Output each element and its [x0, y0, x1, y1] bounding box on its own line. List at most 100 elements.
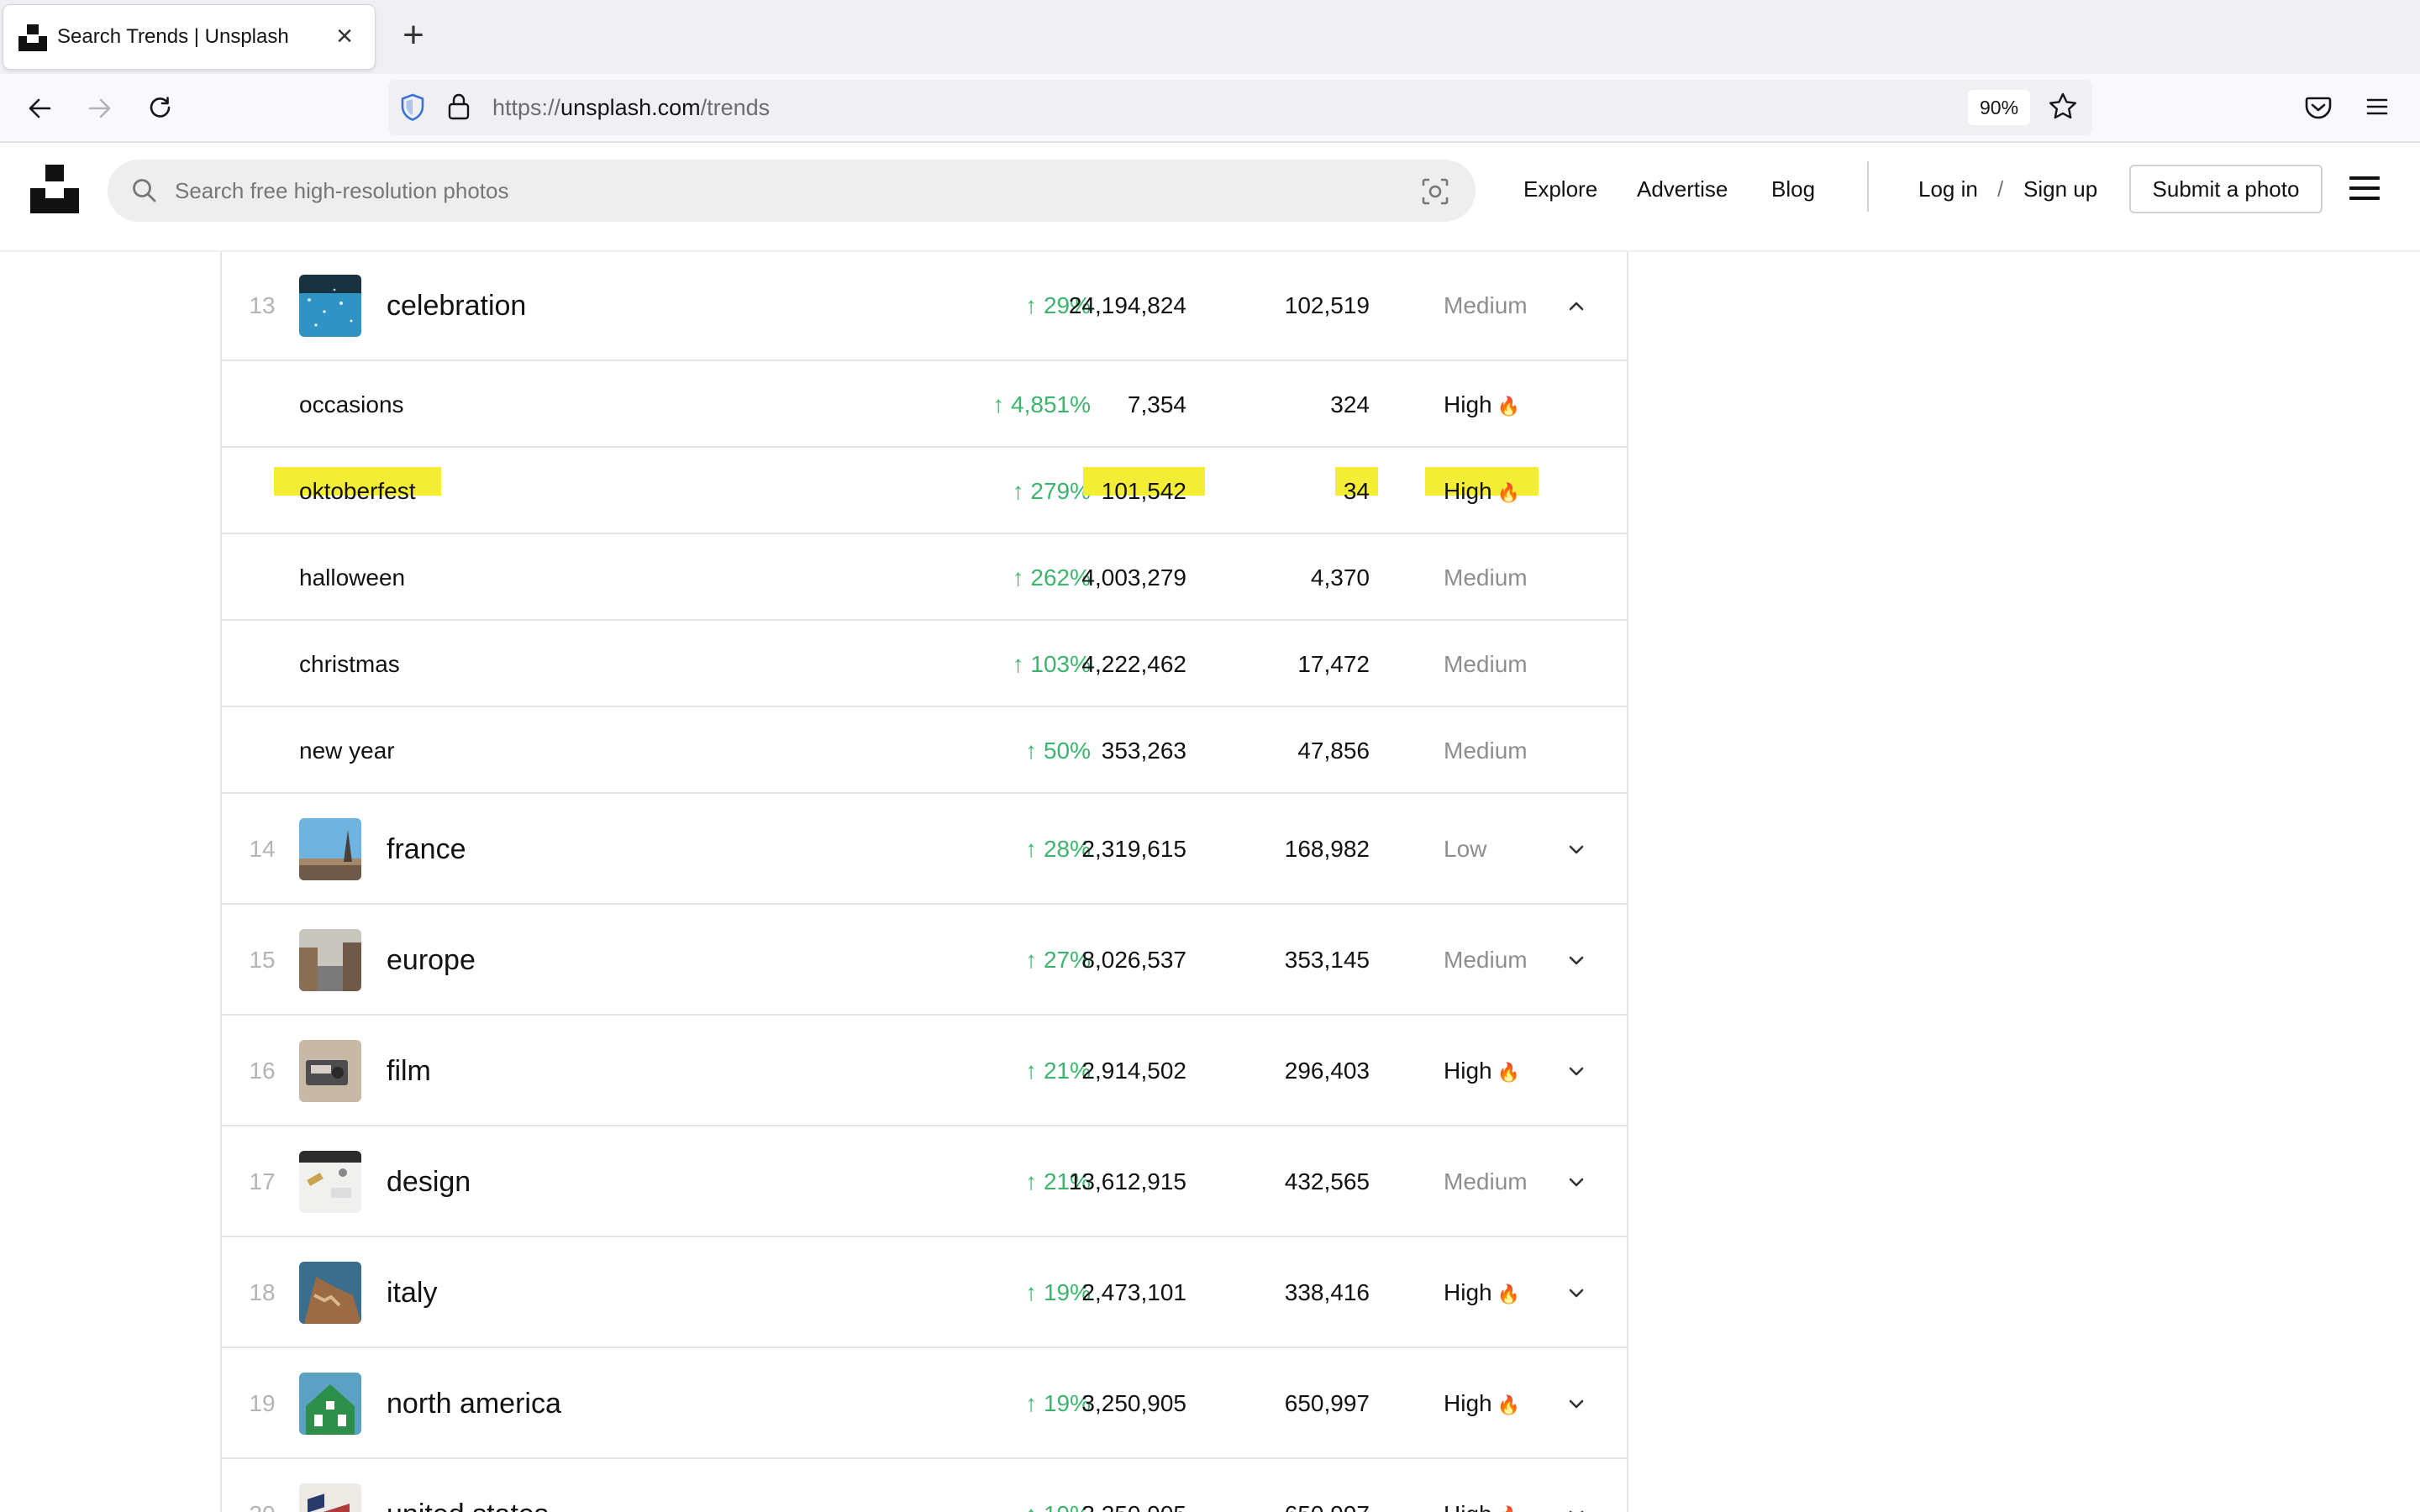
- subtopic-row[interactable]: christmas ↑ 103% 4,222,462 17,472 Medium: [222, 621, 1627, 707]
- collapse-chevron-icon[interactable]: [1566, 296, 1586, 316]
- zoom-level-badge[interactable]: 90%: [1968, 90, 2031, 125]
- subtopic-row[interactable]: halloween ↑ 262% 4,003,279 4,370 Medium: [222, 534, 1627, 621]
- tab-title: Search Trends | Unsplash: [57, 25, 289, 48]
- trend-thumbnail[interactable]: [299, 1262, 361, 1324]
- subtopic-searches: 4,222,462: [1081, 650, 1186, 677]
- trend-row[interactable]: 16 film ↑ 21% 2,914,502 296,403 High 🔥: [222, 1016, 1627, 1126]
- subtopic-growth: ↑ 103%: [1012, 650, 1091, 677]
- bookmark-star-icon[interactable]: [2048, 92, 2078, 126]
- trend-thumbnail[interactable]: [299, 1151, 361, 1213]
- search-input[interactable]: [175, 160, 1385, 222]
- trend-results: 650,997: [1284, 1390, 1370, 1416]
- subtopic-results: 324: [1330, 391, 1370, 417]
- browser-menu-icon[interactable]: [2358, 87, 2396, 130]
- signup-link[interactable]: Sign up: [2023, 176, 2097, 202]
- trend-name[interactable]: design: [387, 1163, 471, 1200]
- lock-icon[interactable]: [447, 92, 471, 125]
- unsplash-logo-icon[interactable]: [30, 165, 79, 213]
- nav-advertise[interactable]: Advertise: [1637, 176, 1728, 202]
- search-icon[interactable]: [129, 176, 160, 210]
- trend-row[interactable]: 14 france ↑ 28% 2,319,615 168,982 Low: [222, 794, 1627, 905]
- address-bar[interactable]: https://unsplash.com/trends 90%: [388, 80, 2092, 135]
- trend-name[interactable]: italy: [387, 1274, 437, 1311]
- competition-level: Medium: [1444, 561, 1528, 595]
- subtopic-name[interactable]: halloween: [299, 561, 405, 595]
- subtopic-name[interactable]: new year: [299, 734, 395, 768]
- browser-tab-bar: Search Trends | Unsplash × +: [0, 0, 2420, 74]
- trend-thumbnail[interactable]: [299, 275, 361, 337]
- trend-searches: 2,473,101: [1081, 1279, 1186, 1305]
- trend-row[interactable]: 13 celebration ↑ 29% 24,194,824 102,519 Mediu…: [222, 252, 1627, 361]
- subtopic-results: 17,472: [1297, 650, 1370, 677]
- back-arrow-icon[interactable]: [18, 87, 60, 129]
- subtopic-searches: 101,542: [1082, 466, 1205, 504]
- expand-chevron-icon[interactable]: [1566, 1504, 1586, 1512]
- trend-searches: 3,250,905: [1081, 1498, 1186, 1512]
- trend-results: 432,565: [1284, 1168, 1370, 1194]
- submit-photo-button[interactable]: Submit a photo: [2129, 165, 2323, 213]
- trend-name[interactable]: celebration: [387, 287, 526, 324]
- trend-name[interactable]: europe: [387, 942, 476, 979]
- trend-searches: 2,319,615: [1081, 836, 1186, 862]
- trend-row[interactable]: 18 italy ↑ 19% 2,473,101 338,416 High 🔥: [222, 1237, 1627, 1348]
- competition-level-label: Medium: [1444, 947, 1528, 973]
- trend-thumbnail[interactable]: [299, 1040, 361, 1102]
- expand-chevron-icon[interactable]: [1566, 1283, 1586, 1303]
- browser-tab[interactable]: Search Trends | Unsplash ×: [3, 5, 375, 69]
- competition-level: High 🔥: [1444, 1498, 1520, 1512]
- subtopic-row[interactable]: oktoberfest ↑ 279% 101,542 34 High 🔥: [222, 448, 1627, 534]
- trend-name[interactable]: france: [387, 831, 466, 868]
- trend-row[interactable]: 19 north america ↑ 19% 3,250,905 650,997 High…: [222, 1348, 1627, 1459]
- header-divider: [1867, 161, 1869, 212]
- trend-thumbnail[interactable]: [299, 1483, 361, 1512]
- trend-searches: 3,250,905: [1081, 1390, 1186, 1416]
- close-tab-icon[interactable]: ×: [333, 22, 356, 50]
- competition-level-label: Low: [1444, 836, 1487, 862]
- search-bar: [108, 160, 1476, 222]
- trend-growth: ↑ 21%: [1025, 1058, 1091, 1084]
- trend-results: 338,416: [1284, 1279, 1370, 1305]
- trend-results: 353,145: [1284, 947, 1370, 973]
- flame-icon: 🔥: [1491, 1284, 1521, 1305]
- auth-separator: /: [1997, 176, 2004, 202]
- visual-search-icon[interactable]: [1420, 176, 1450, 211]
- pocket-icon[interactable]: [2299, 87, 2338, 130]
- expand-chevron-icon[interactable]: [1566, 839, 1586, 859]
- subtopic-name[interactable]: oktoberfest: [274, 466, 441, 504]
- trend-thumbnail[interactable]: [299, 818, 361, 880]
- browser-nav-bar: https://unsplash.com/trends 90%: [0, 74, 2420, 143]
- trend-name[interactable]: north america: [387, 1385, 561, 1422]
- competition-level-label: High: [1444, 1279, 1492, 1305]
- subtopic-name[interactable]: christmas: [299, 648, 400, 681]
- nav-explore[interactable]: Explore: [1523, 176, 1597, 202]
- subtopic-row[interactable]: occasions ↑ 4,851% 7,354 324 High 🔥: [222, 361, 1627, 448]
- login-link[interactable]: Log in: [1918, 176, 1978, 202]
- expand-chevron-icon[interactable]: [1566, 1394, 1586, 1414]
- nav-blog[interactable]: Blog: [1771, 176, 1815, 202]
- trend-thumbnail[interactable]: [299, 929, 361, 991]
- site-menu-icon[interactable]: [2349, 176, 2380, 200]
- forward-arrow-icon[interactable]: [79, 87, 121, 129]
- unsplash-favicon-icon: [18, 23, 47, 51]
- trend-row[interactable]: 20 united states ↑ 19%3,250,905 650,997 High…: [222, 1459, 1627, 1512]
- expand-chevron-icon[interactable]: [1566, 1061, 1586, 1081]
- trend-name[interactable]: film: [387, 1053, 431, 1089]
- trend-row[interactable]: 17 design ↑ 21% 13,612,915 432,565 Medium: [222, 1126, 1627, 1237]
- new-tab-icon[interactable]: +: [395, 17, 432, 55]
- subtopic-growth: ↑ 50%: [1025, 737, 1091, 764]
- expand-chevron-icon[interactable]: [1566, 1172, 1586, 1192]
- trend-thumbnail[interactable]: [299, 1373, 361, 1435]
- expand-chevron-icon[interactable]: [1566, 950, 1586, 970]
- trend-rank: 16: [249, 1058, 276, 1084]
- competition-level: High 🔥: [1444, 1387, 1520, 1420]
- competition-level-label: High: [1444, 1390, 1492, 1416]
- reload-icon[interactable]: [139, 87, 182, 129]
- trend-row[interactable]: 15 europe ↑ 27% 8,026,537 353,145 Medium: [222, 905, 1627, 1016]
- trend-name[interactable]: united states: [387, 1496, 549, 1512]
- trend-rank: 18: [249, 1279, 276, 1305]
- tracking-shield-icon[interactable]: [400, 93, 425, 126]
- competition-level-label: High: [1444, 477, 1492, 504]
- trend-results: 650,997: [1285, 1498, 1370, 1512]
- subtopic-row[interactable]: new year ↑ 50% 353,263 47,856 Medium: [222, 707, 1627, 794]
- subtopic-name[interactable]: occasions: [299, 388, 404, 422]
